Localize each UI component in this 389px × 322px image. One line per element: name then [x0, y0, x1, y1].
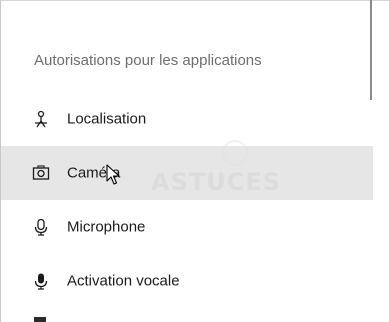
settings-panel: Autorisations pour les applications Loca…	[0, 0, 389, 322]
section-title: Autorisations pour les applications	[34, 52, 262, 69]
nav-item-microphone[interactable]: Microphone	[1, 200, 373, 254]
nav-item-label: Localisation	[67, 110, 147, 128]
top-divider	[1, 0, 389, 1]
microphone-filled-icon	[32, 272, 50, 290]
nav-item-localisation[interactable]: Localisation	[1, 92, 373, 146]
nav-item-label: Activation vocale	[67, 272, 180, 290]
nav-item-label: Caméra	[67, 164, 121, 182]
scrollbar[interactable]	[370, 0, 372, 100]
partial-icon	[34, 317, 46, 322]
camera-icon	[32, 164, 50, 182]
location-person-icon	[32, 110, 50, 128]
nav-item-camera[interactable]: Caméra	[1, 146, 373, 200]
nav-item-activation-vocale[interactable]: Activation vocale	[1, 254, 373, 308]
nav-item-label: Microphone	[67, 218, 146, 236]
microphone-icon	[32, 218, 50, 236]
permissions-nav-list: Localisation Caméra Microphone Activatio…	[1, 92, 373, 308]
